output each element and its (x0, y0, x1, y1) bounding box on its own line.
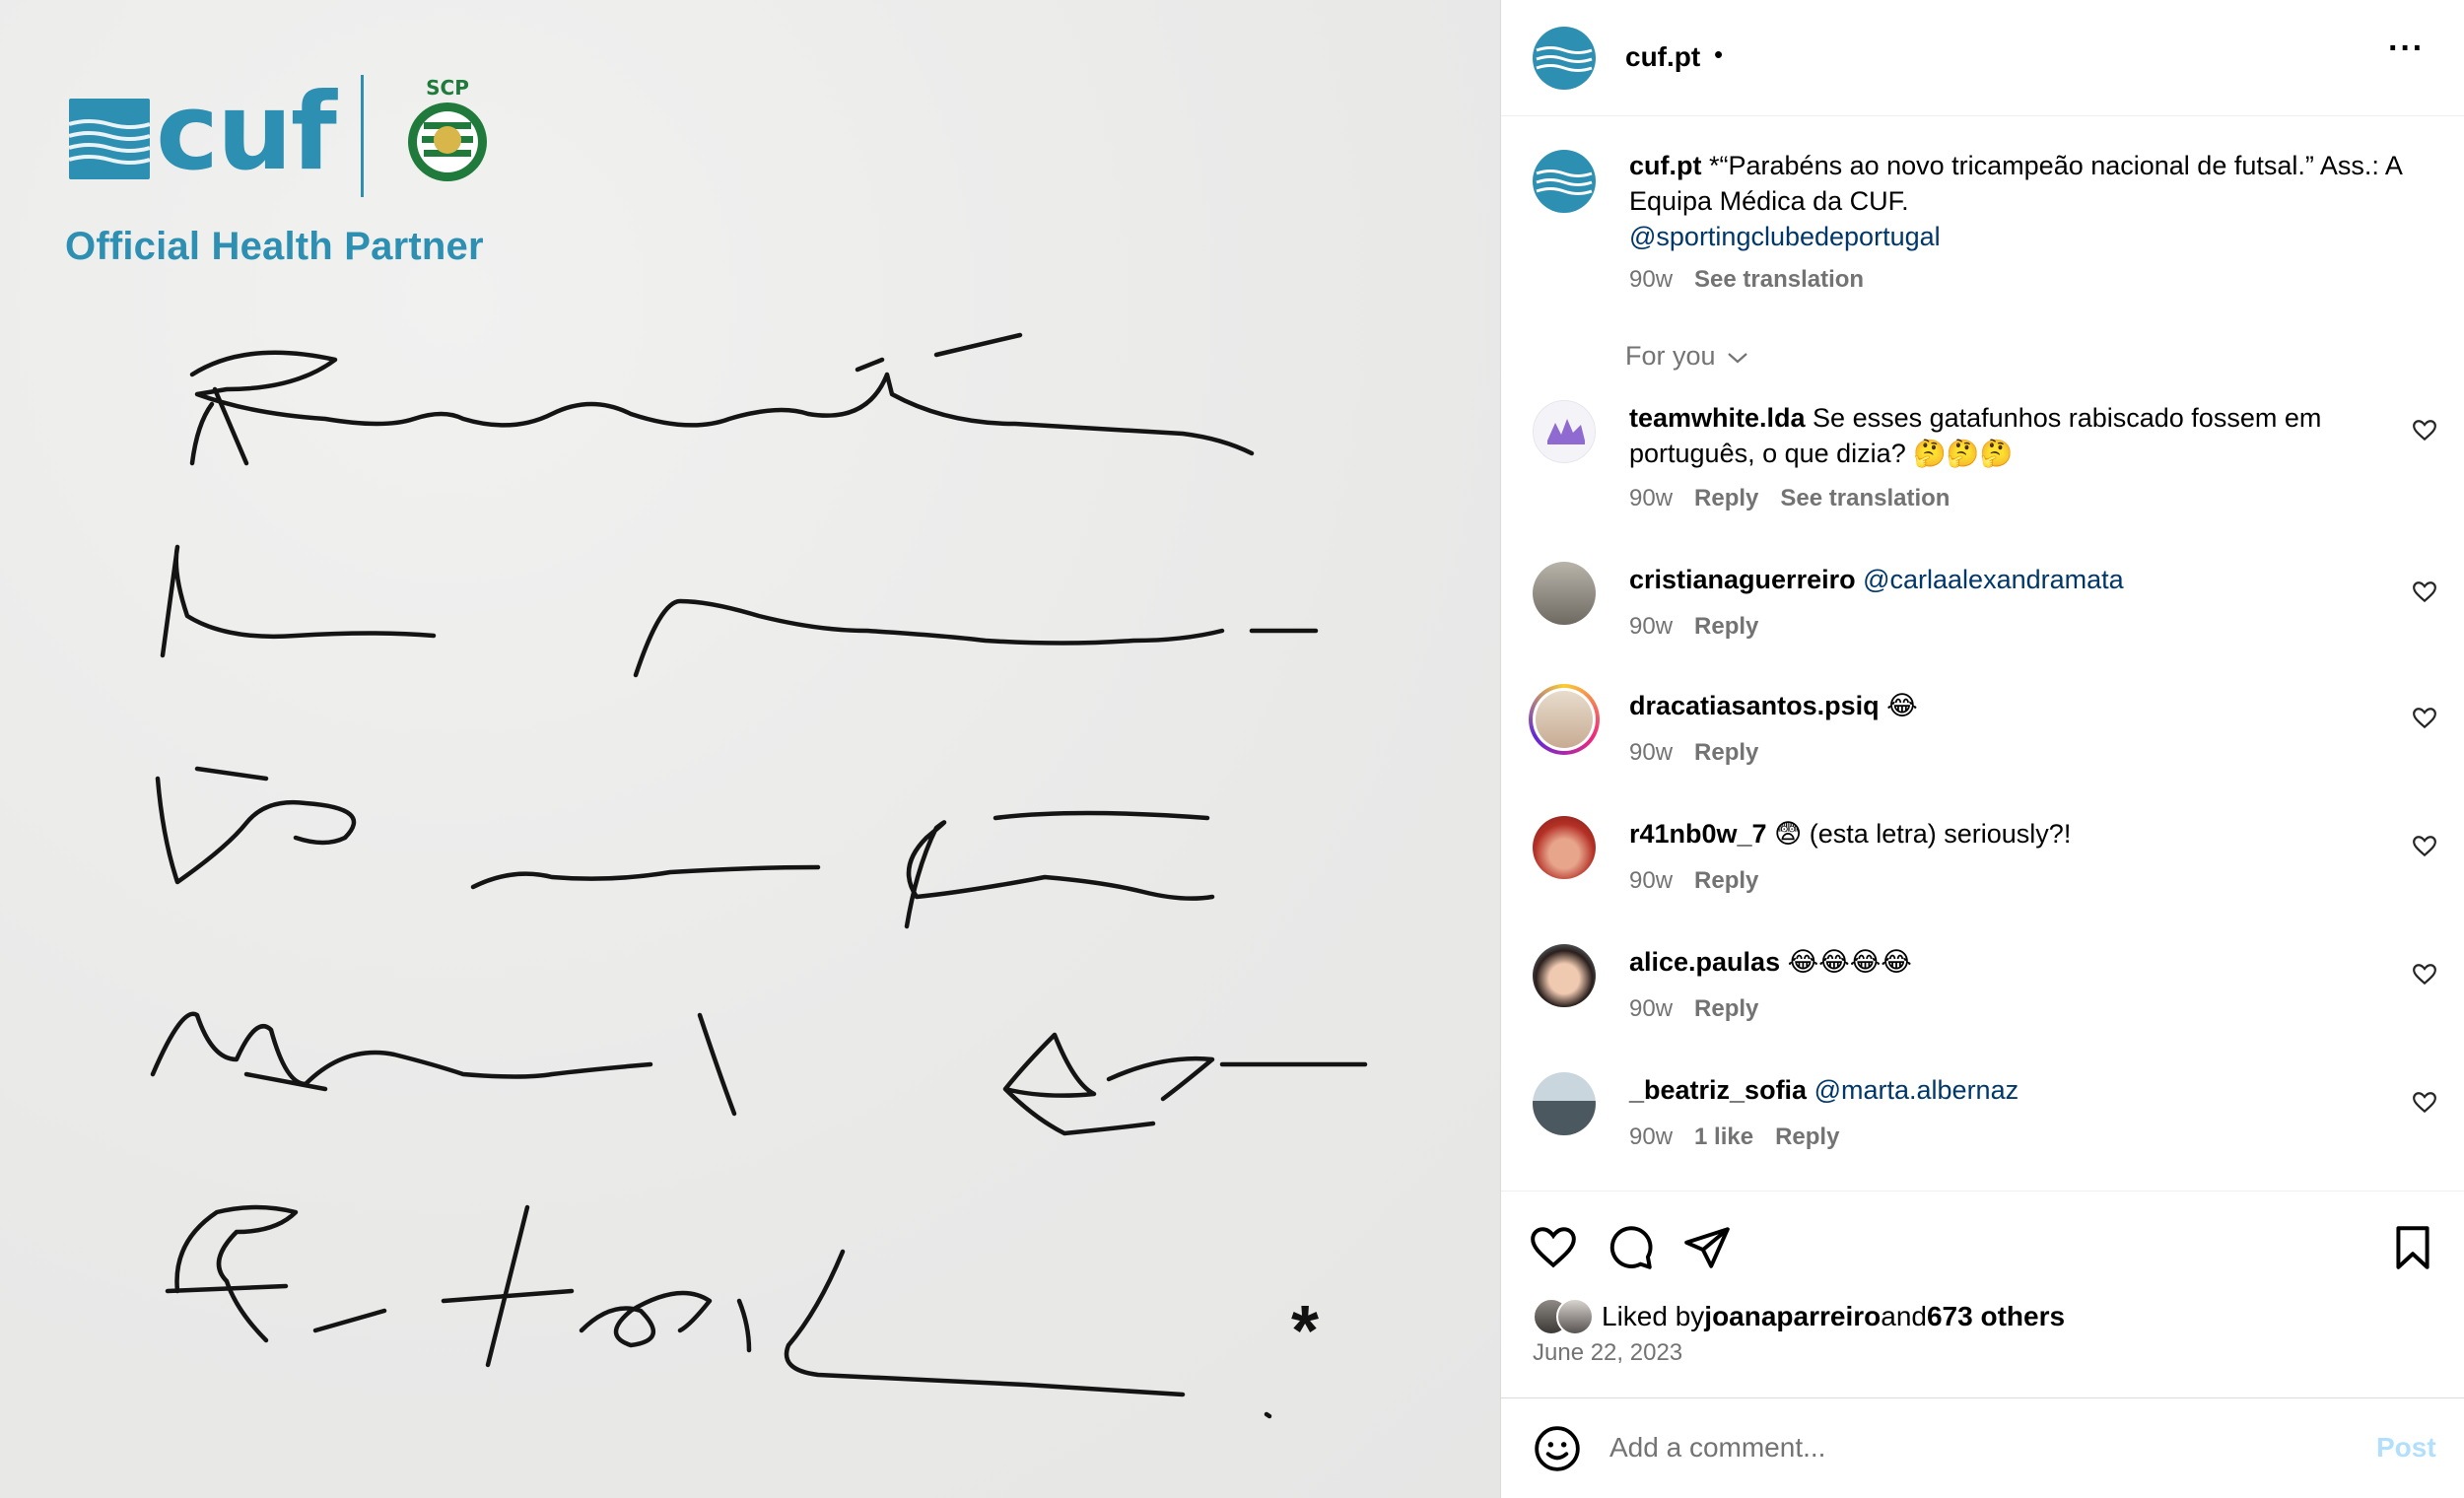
add-comment-bar: Post (1501, 1397, 2464, 1498)
see-translation-button[interactable]: See translation (1694, 266, 1864, 293)
comment-username[interactable]: cristianaguerreiro (1629, 565, 1856, 594)
comment-meta: 90w Reply (1629, 867, 1758, 895)
comment-meta: 90w Reply (1629, 739, 1758, 767)
see-translation-button[interactable]: See translation (1780, 485, 1950, 511)
comment-text (1807, 1075, 1814, 1105)
post-side-panel: cuf.pt • ··· cuf.pt *“Parabéns ao novo t… (1500, 0, 2464, 1498)
comment-meta: 90w Reply (1629, 995, 1758, 1023)
liked-by-others[interactable]: 673 others (1927, 1301, 2065, 1332)
author-username[interactable]: cuf.pt (1625, 41, 1700, 73)
comment-username[interactable]: dracatiasantos.psiq (1629, 691, 1880, 720)
comment-text (1856, 565, 1864, 594)
commenter-avatar[interactable] (1533, 816, 1596, 879)
comment-time[interactable]: 90w (1629, 995, 1673, 1022)
caption-avatar[interactable] (1533, 150, 1596, 213)
header-dot: • (1714, 39, 1724, 69)
comment-text-block: teamwhite.lda Se esses gatafunhos rabisc… (1629, 400, 2378, 471)
smiley-icon[interactable] (1533, 1424, 1582, 1473)
reply-button[interactable]: Reply (1694, 867, 1758, 894)
caption-username[interactable]: cuf.pt (1629, 151, 1702, 180)
post-date[interactable]: June 22, 2023 (1533, 1339, 1682, 1367)
reply-button[interactable]: Reply (1694, 485, 1758, 511)
comment-username[interactable]: teamwhite.lda (1629, 403, 1806, 433)
liker-avatar (1556, 1298, 1594, 1335)
comment-text-block: r41nb0w_7 😨 (esta letra) seriously?! (1629, 816, 2378, 851)
handwritten-note (150, 332, 1368, 1419)
comment-meta: 90w 1 like Reply (1629, 1124, 1839, 1151)
comment-text-block: dracatiasantos.psiq 😂 (1629, 688, 2378, 723)
comment-text: 😂😂😂😂 (1780, 947, 1912, 977)
post-header: cuf.pt • ··· (1501, 0, 2464, 116)
reply-button[interactable]: Reply (1775, 1124, 1839, 1150)
liked-by-prefix: Liked by (1602, 1301, 1705, 1331)
comment-username[interactable]: r41nb0w_7 (1629, 819, 1767, 849)
comment-time[interactable]: 90w (1629, 1124, 1673, 1150)
like-comment-icon[interactable] (2412, 706, 2437, 731)
liked-by-and: and (1881, 1301, 1927, 1331)
like-comment-icon[interactable] (2412, 834, 2437, 859)
comment-mention[interactable]: @carlaalexandramata (1863, 565, 2124, 594)
like-comment-icon[interactable] (2412, 962, 2437, 987)
reply-button[interactable]: Reply (1694, 739, 1758, 766)
comment-time[interactable]: 90w (1629, 485, 1673, 511)
commenter-avatar[interactable] (1533, 400, 1596, 463)
post-actions: Liked by joanaparreiro and 673 others Ju… (1501, 1191, 2464, 1397)
comment-time[interactable]: 90w (1629, 867, 1673, 894)
post-comment-button[interactable]: Post (2376, 1432, 2436, 1464)
reply-button[interactable]: Reply (1694, 995, 1758, 1022)
story-ring-avatar[interactable] (1529, 684, 1600, 755)
comment-text-block: alice.paulas 😂😂😂😂 (1629, 944, 2378, 980)
caption-text: *“Parabéns ao novo tricampeão nacional d… (1629, 151, 2402, 216)
comment-mention[interactable]: @marta.albernaz (1814, 1075, 2019, 1105)
post-caption: cuf.pt *“Parabéns ao novo tricampeão nac… (1629, 148, 2437, 254)
comment-input[interactable] (1609, 1428, 2299, 1467)
comment-likes[interactable]: 1 like (1694, 1124, 1753, 1150)
comment-username[interactable]: alice.paulas (1629, 947, 1780, 977)
heart-icon[interactable] (1529, 1223, 1578, 1272)
bookmark-icon[interactable] (2388, 1223, 2437, 1272)
author-avatar[interactable] (1533, 27, 1596, 90)
comment-time[interactable]: 90w (1629, 613, 1673, 640)
like-comment-icon[interactable] (2412, 418, 2437, 443)
liked-by-row: Liked by joanaparreiro and 673 others (1533, 1298, 2065, 1335)
comment-sort-dropdown[interactable]: For you (1625, 341, 1748, 372)
commenter-avatar[interactable] (1533, 562, 1596, 625)
liker-avatars[interactable] (1533, 1298, 1596, 1335)
comment-text: 😨 (esta letra) seriously?! (1766, 819, 2072, 849)
chevron-down-icon (1728, 353, 1747, 364)
caption-mention[interactable]: @sportingclubedeportugal (1629, 222, 1941, 251)
liked-by-user[interactable]: joanaparreiro (1704, 1301, 1881, 1332)
comment-username[interactable]: _beatriz_sofia (1629, 1075, 1807, 1105)
asterisk-mark: * (1291, 1292, 1320, 1371)
comment-meta: 90w Reply See translation (1629, 485, 1950, 512)
comment-time[interactable]: 90w (1629, 739, 1673, 766)
send-icon[interactable] (1682, 1223, 1732, 1272)
comment-icon[interactable] (1606, 1223, 1655, 1272)
like-comment-icon[interactable] (2412, 579, 2437, 605)
more-horizontal-icon[interactable]: ··· (2388, 30, 2425, 68)
comment-meta: 90w Reply (1629, 613, 1758, 641)
post-media[interactable]: cuf SCP Official Health Partner * (0, 0, 1500, 1498)
caption-time[interactable]: 90w (1629, 266, 1673, 293)
commenter-avatar[interactable] (1533, 944, 1596, 1007)
comment-text-block: cristianaguerreiro @carlaalexandramata (1629, 562, 2378, 597)
like-comment-icon[interactable] (2412, 1090, 2437, 1116)
for-you-label: For you (1625, 341, 1716, 371)
reply-button[interactable]: Reply (1694, 613, 1758, 640)
commenter-avatar[interactable] (1533, 1072, 1596, 1135)
caption-meta: 90w See translation (1629, 266, 1864, 294)
comment-text: 😂 (1879, 691, 1918, 720)
comment-text-block: _beatriz_sofia @marta.albernaz (1629, 1072, 2378, 1108)
